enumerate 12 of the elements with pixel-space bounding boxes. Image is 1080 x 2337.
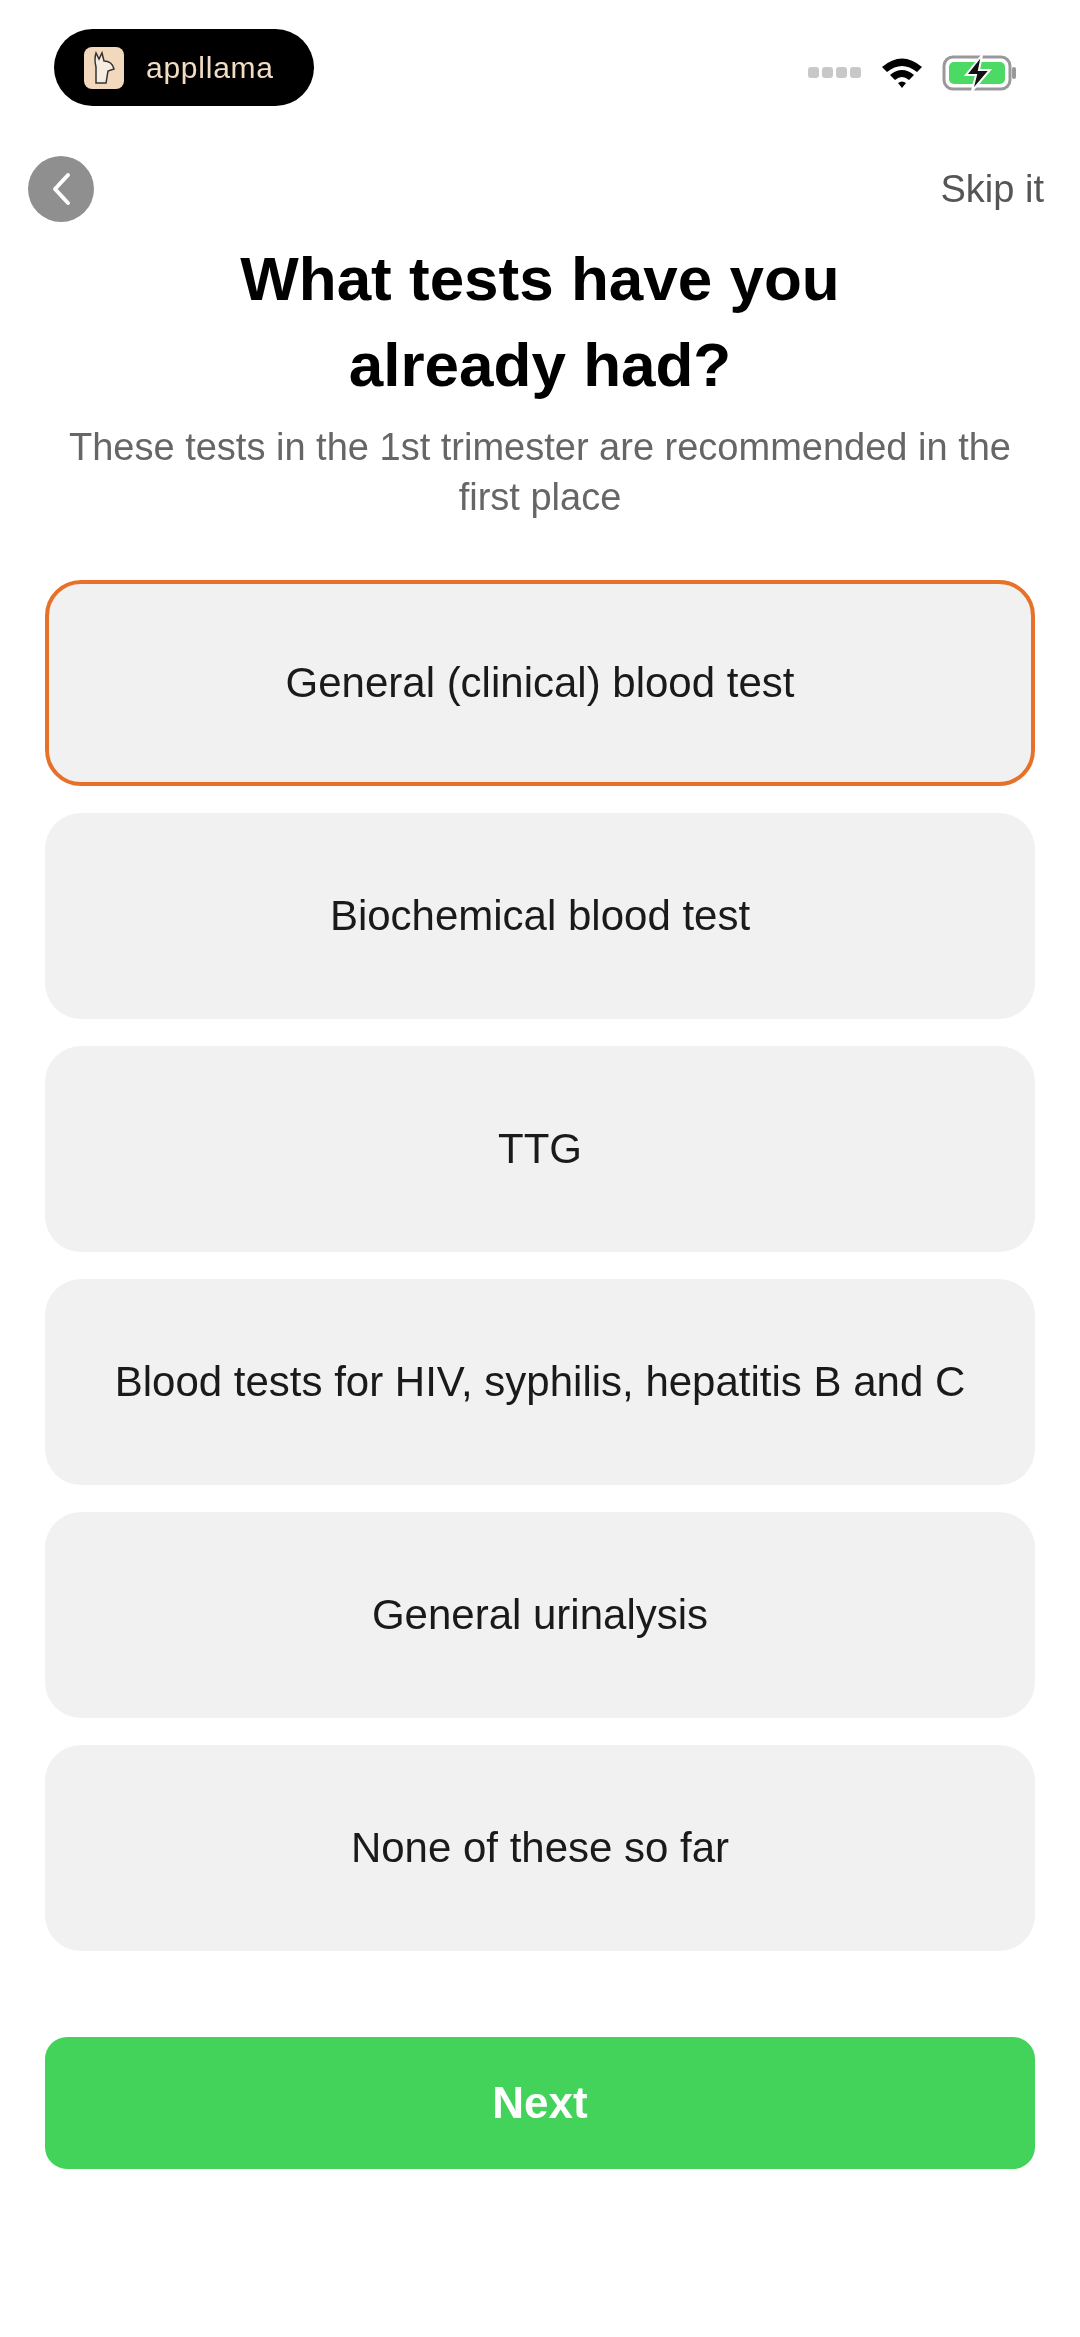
- option-button[interactable]: TTG: [45, 1046, 1035, 1252]
- option-button[interactable]: Blood tests for HIV, syphilis, hepatitis B and C: [45, 1279, 1035, 1485]
- option-button[interactable]: General (clinical) blood test: [45, 580, 1035, 786]
- option-button[interactable]: Biochemical blood test: [45, 813, 1035, 1019]
- signal-icon: [808, 66, 862, 79]
- page-subtitle: These tests in the 1st trimester are recommended in the first place: [68, 425, 1012, 520]
- app-name: appllama: [146, 50, 274, 86]
- battery-icon: [942, 53, 1018, 92]
- skip-link[interactable]: Skip it: [940, 160, 1044, 218]
- option-button[interactable]: General urinalysis: [45, 1512, 1035, 1718]
- option-button[interactable]: None of these so far: [45, 1745, 1035, 1951]
- page-title: What tests have you already had?: [239, 243, 841, 401]
